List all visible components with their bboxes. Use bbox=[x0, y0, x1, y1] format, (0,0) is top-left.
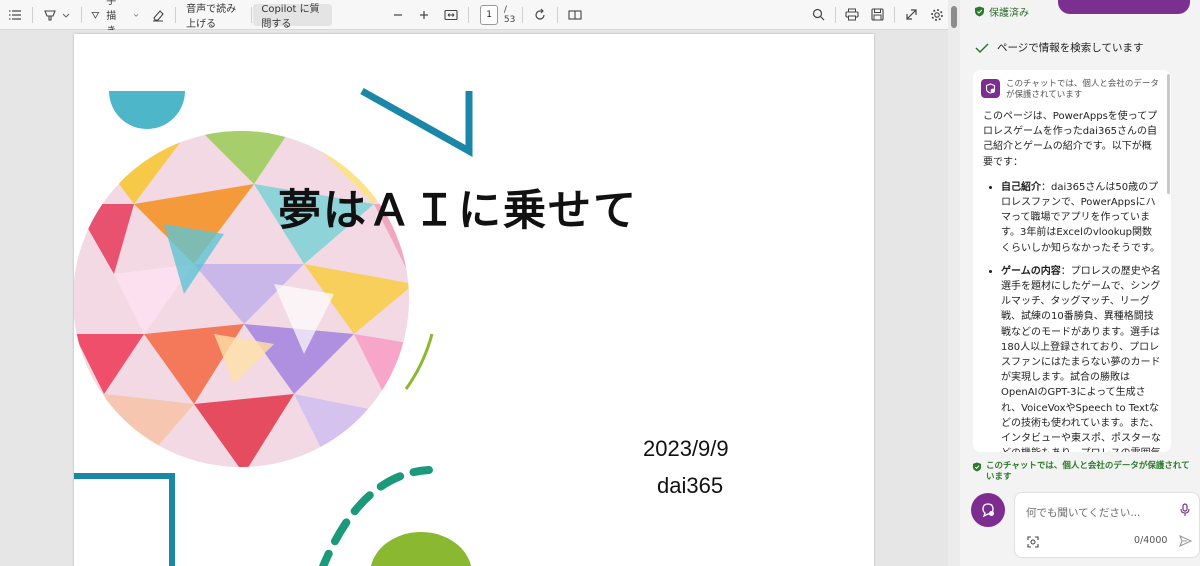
eraser-button[interactable] bbox=[147, 4, 169, 26]
new-topic-button[interactable] bbox=[971, 493, 1005, 527]
zoom-out-button[interactable] bbox=[388, 4, 408, 26]
toolbar-divider bbox=[834, 6, 836, 23]
protected-label: 保護済み bbox=[989, 8, 1029, 19]
toolbar-divider bbox=[80, 6, 82, 23]
item-title: ゲームの内容 bbox=[1001, 265, 1061, 277]
scrollbar-thumb[interactable] bbox=[951, 6, 957, 28]
slide-decoration bbox=[74, 87, 473, 566]
save-icon bbox=[871, 8, 884, 21]
chat-input-box[interactable]: 何でも聞いてください... 0/4000 bbox=[1014, 492, 1200, 558]
fit-width-icon bbox=[444, 9, 458, 20]
pdf-viewer[interactable]: 夢はＡＩに乗せて 2023/9/9 dai365 bbox=[0, 30, 948, 566]
rotate-icon bbox=[535, 8, 545, 20]
fit-page-button[interactable] bbox=[440, 4, 462, 26]
green-half-circle-bottom bbox=[371, 532, 471, 566]
slide-author: dai365 bbox=[657, 473, 724, 498]
check-icon bbox=[975, 42, 989, 53]
search-icon bbox=[812, 8, 824, 21]
shield-check-icon bbox=[972, 462, 982, 472]
toolbar-divider bbox=[175, 6, 177, 23]
copilot-response-card: このチャットでは、個人と会社のデータが保護されています このページは、Power… bbox=[973, 70, 1171, 452]
new-topic-icon bbox=[982, 503, 994, 518]
microphone-icon[interactable] bbox=[1179, 503, 1191, 517]
chat-input[interactable]: 何でも聞いてください... bbox=[1026, 505, 1140, 520]
draw-button[interactable]: 手描き bbox=[87, 0, 143, 37]
char-counter: 0/4000 bbox=[1134, 535, 1168, 546]
toolbar-divider bbox=[556, 6, 558, 23]
search-status: ページで情報を検索しています bbox=[975, 40, 1143, 55]
card-protection-note: このチャットでは、個人と会社のデータが保護されています bbox=[1006, 79, 1159, 100]
protected-indicator[interactable]: 保護済み bbox=[974, 4, 1029, 19]
protected-notice: このチャットでは、個人と会社のデータが保護されています bbox=[972, 461, 1198, 483]
copilot-header-pill bbox=[1058, 0, 1190, 14]
slide-title: 夢はＡＩに乗せて bbox=[278, 186, 638, 236]
rotate-button[interactable] bbox=[529, 4, 551, 26]
save-button[interactable] bbox=[867, 4, 888, 26]
page-number-input[interactable]: 1 bbox=[480, 4, 498, 25]
chevron-down-icon bbox=[134, 13, 139, 17]
response-intro: このページは、PowerAppsを使ってプロレスゲームを作ったdai365さんの… bbox=[983, 111, 1158, 168]
read-aloud-label: 音声で読み上げる bbox=[186, 3, 237, 30]
toolbar-divider bbox=[32, 6, 33, 23]
chevron-down-icon bbox=[62, 13, 70, 18]
pdf-toolbar: 手描き 音声で読み上げる Copilot に質問する 1 / 53 bbox=[0, 0, 948, 37]
slide-date: 2023/9/9 bbox=[643, 436, 729, 461]
page-total: / 53 bbox=[503, 4, 516, 25]
sky-half-circle bbox=[109, 91, 185, 129]
print-button[interactable] bbox=[841, 4, 863, 26]
gear-icon bbox=[931, 8, 943, 21]
contents-button[interactable] bbox=[4, 4, 26, 26]
read-aloud-button[interactable]: 音声で読み上げる bbox=[182, 4, 247, 30]
page-view-button[interactable] bbox=[564, 4, 586, 26]
full-screen-button[interactable] bbox=[901, 4, 922, 26]
send-icon[interactable] bbox=[1179, 535, 1192, 547]
page-view-icon bbox=[568, 9, 582, 20]
list-item: ゲームの内容：プロレスの歴史や名選手を題材にしたゲームで、シングルマッチ、タッグ… bbox=[1001, 264, 1161, 452]
ask-copilot-label: Copilot に質問する bbox=[261, 3, 320, 30]
minus-icon bbox=[393, 13, 402, 16]
settings-button[interactable] bbox=[926, 4, 948, 26]
shield-check-icon bbox=[975, 6, 984, 17]
toolbar-divider bbox=[250, 6, 252, 23]
toolbar-divider bbox=[467, 6, 469, 23]
pane-scrollbar[interactable] bbox=[948, 0, 960, 566]
highlight-button[interactable] bbox=[39, 4, 75, 26]
eraser-icon bbox=[153, 9, 165, 21]
highlighter-icon bbox=[43, 9, 56, 21]
teal-corner-bottom bbox=[74, 473, 175, 566]
teal-line-corner bbox=[360, 87, 473, 157]
search-status-text: ページで情報を検索しています bbox=[997, 42, 1144, 54]
screenshot-icon[interactable] bbox=[1027, 536, 1039, 548]
protected-notice-text: このチャットでは、個人と会社のデータが保護されています bbox=[986, 461, 1190, 482]
card-header: このチャットでは、個人と会社のデータが保護されています bbox=[973, 70, 1171, 101]
copilot-logo-icon bbox=[981, 79, 1000, 98]
item-title: 自己紹介 bbox=[1001, 181, 1041, 193]
response-body: このページは、PowerAppsを使ってプロレスゲームを作ったdai365さんの… bbox=[973, 101, 1171, 452]
pdf-page: 夢はＡＩに乗せて 2023/9/9 dai365 bbox=[74, 34, 874, 566]
toolbar-divider bbox=[522, 6, 523, 23]
plus-icon bbox=[419, 10, 428, 19]
response-list: 自己紹介：dai365さんは50歳のプロレスファンで、PowerAppsにハマっ… bbox=[983, 180, 1161, 452]
zoom-in-button[interactable] bbox=[414, 4, 434, 26]
ask-copilot-button[interactable]: Copilot に質問する bbox=[253, 3, 332, 30]
card-scrollbar[interactable] bbox=[1167, 74, 1170, 194]
search-button[interactable] bbox=[808, 4, 829, 26]
expand-icon bbox=[906, 9, 917, 20]
list-icon bbox=[9, 9, 21, 20]
item-text: ：プロレスの歴史や名選手を題材にしたゲームで、シングルマッチ、タッグマッチ、リー… bbox=[1001, 265, 1161, 452]
printer-icon bbox=[845, 8, 859, 21]
pen-icon bbox=[92, 11, 100, 19]
list-item: 自己紹介：dai365さんは50歳のプロレスファンで、PowerAppsにハマっ… bbox=[1001, 180, 1161, 256]
green-arc-right bbox=[404, 333, 434, 390]
toolbar-divider bbox=[894, 6, 895, 23]
